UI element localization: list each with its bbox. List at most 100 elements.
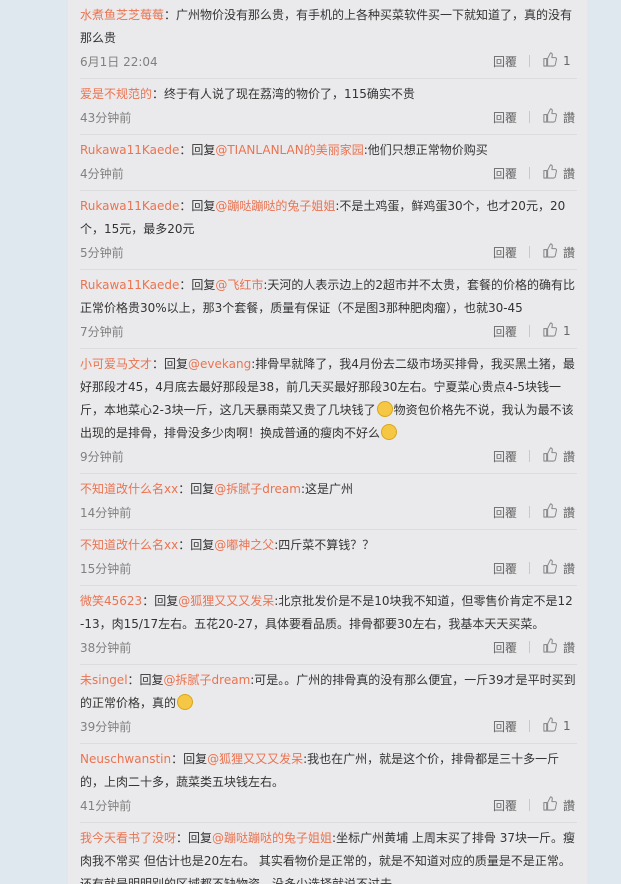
reply-button[interactable]: 回覆 — [493, 639, 517, 656]
comment-item: 不知道改什么名xx：回复@嘟神之父:四斤菜不算钱？？ 15分钟前 回覆 讚 — [80, 530, 577, 586]
comment-username-link[interactable]: Rukawa11Kaede — [80, 278, 179, 292]
reply-button[interactable]: 回覆 — [493, 53, 517, 70]
mention-link[interactable]: @拆腻子dream — [214, 482, 301, 496]
comment-meta: 7分钟前 回覆 1 — [80, 320, 577, 342]
comment-body-text: ：回复 — [178, 538, 215, 552]
comment-body-text: ：回复 — [152, 357, 189, 371]
reply-button[interactable]: 回覆 — [493, 323, 517, 340]
action-divider — [529, 720, 530, 732]
action-divider — [529, 111, 530, 123]
mention-link[interactable]: @蹦哒蹦哒的兔子姐姐 — [212, 831, 332, 845]
like-button[interactable]: 1 — [542, 52, 577, 70]
action-divider — [529, 799, 530, 811]
thumbs-up-icon — [542, 717, 557, 735]
comment-username-link[interactable]: Rukawa11Kaede — [80, 143, 179, 157]
comment-body-text: ：回复 — [179, 199, 216, 213]
reply-button[interactable]: 回覆 — [493, 797, 517, 814]
comment-username-link[interactable]: 水煮鱼芝芝莓莓 — [80, 8, 164, 22]
like-count: 1 — [563, 324, 571, 338]
comment-username-link[interactable]: 爱是不规范的 — [80, 87, 152, 101]
comment-actions: 回覆 讚 — [493, 108, 577, 126]
emoji-icon — [381, 424, 398, 440]
like-count: 讚 — [563, 110, 576, 125]
mention-link[interactable]: @拆腻子dream — [164, 673, 251, 687]
comment-meta: 9分钟前 回覆 讚 — [80, 445, 577, 467]
comment-body-text: ：回复 — [142, 594, 179, 608]
comment-username-link[interactable]: Rukawa11Kaede — [80, 199, 179, 213]
like-count: 讚 — [563, 449, 576, 464]
reply-button[interactable]: 回覆 — [493, 244, 517, 261]
comment-body-text: ：回复 — [178, 482, 215, 496]
comment-meta: 39分钟前 回覆 1 — [80, 715, 577, 737]
mention-link[interactable]: @TIANLANLAN的美丽家园 — [215, 143, 363, 157]
comment-body-text: ：回复 — [176, 831, 213, 845]
mention-link[interactable]: @evekang — [188, 357, 251, 371]
comment-item: Rukawa11Kaede：回复@飞红市:天河的人表示边上的2超市并不太贵，套餐… — [80, 270, 577, 349]
like-count: 讚 — [563, 505, 576, 520]
comment-actions: 回覆 讚 — [493, 796, 577, 814]
comment-timestamp: 39分钟前 — [80, 719, 132, 734]
thumbs-up-icon — [542, 243, 557, 261]
comment-actions: 回覆 讚 — [493, 243, 577, 261]
comment-meta: 43分钟前 回覆 讚 — [80, 106, 577, 128]
reply-button[interactable]: 回覆 — [493, 448, 517, 465]
thumbs-up-icon — [542, 503, 557, 521]
comment-actions: 回覆 讚 — [493, 503, 577, 521]
mention-link[interactable]: @狐狸又又又发呆 — [178, 594, 274, 608]
reply-button[interactable]: 回覆 — [493, 560, 517, 577]
comment-actions: 回覆 1 — [493, 717, 577, 735]
action-divider — [529, 506, 530, 518]
comment-meta: 15分钟前 回覆 讚 — [80, 557, 577, 579]
mention-link[interactable]: @飞红市 — [215, 278, 263, 292]
comment-timestamp: 38分钟前 — [80, 640, 132, 655]
comment-username-link[interactable]: 不知道改什么名xx — [80, 538, 178, 552]
like-button[interactable]: 1 — [542, 717, 577, 735]
comment-item: Rukawa11Kaede：回复@TIANLANLAN的美丽家园:他们只想正常物… — [80, 135, 577, 191]
like-button[interactable]: 讚 — [542, 164, 577, 182]
comment-actions: 回覆 讚 — [493, 447, 577, 465]
like-count: 讚 — [563, 798, 576, 813]
reply-button[interactable]: 回覆 — [493, 165, 517, 182]
mention-link[interactable]: @嘟神之父 — [214, 538, 274, 552]
like-button[interactable]: 讚 — [542, 796, 577, 814]
action-divider — [529, 246, 530, 258]
like-button[interactable]: 1 — [542, 322, 577, 340]
comment-body-text: :四斤菜不算钱？？ — [274, 538, 375, 552]
comment-timestamp: 6月1日 22:04 — [80, 54, 158, 69]
thumbs-up-icon — [542, 559, 557, 577]
comment-meta: 41分钟前 回覆 讚 — [80, 794, 577, 816]
like-button[interactable]: 讚 — [542, 447, 577, 465]
thumbs-up-icon — [542, 52, 557, 70]
action-divider — [529, 55, 530, 67]
reply-button[interactable]: 回覆 — [493, 504, 517, 521]
mention-link[interactable]: @狐狸又又又发呆 — [207, 752, 303, 766]
comment-username-link[interactable]: 未singel — [80, 673, 128, 687]
like-count: 讚 — [563, 640, 576, 655]
comment-list: 水煮鱼芝芝莓莓：广州物价没有那么贵，有手机的上各种买菜软件买一下就知道了，真的没… — [68, 0, 587, 884]
comment-username-link[interactable]: 微笑45623 — [80, 594, 142, 608]
reply-button[interactable]: 回覆 — [493, 109, 517, 126]
comment-text: 微笑45623：回复@狐狸又又又发呆:北京批发价是不是10块我不知道，但零售价肯… — [80, 590, 577, 636]
comment-item: 不知道改什么名xx：回复@拆腻子dream:这是广州 14分钟前 回覆 讚 — [80, 474, 577, 530]
comment-username-link[interactable]: 不知道改什么名xx — [80, 482, 178, 496]
reply-button[interactable]: 回覆 — [493, 718, 517, 735]
like-button[interactable]: 讚 — [542, 108, 577, 126]
comment-text: 水煮鱼芝芝莓莓：广州物价没有那么贵，有手机的上各种买菜软件买一下就知道了，真的没… — [80, 4, 577, 50]
emoji-icon — [376, 401, 393, 417]
comment-username-link[interactable]: 我今天看书了没呀 — [80, 831, 176, 845]
comment-timestamp: 41分钟前 — [80, 798, 132, 813]
comment-body-text: ：终于有人说了现在荔湾的物价了，115确实不贵 — [152, 87, 415, 101]
comment-text: 爱是不规范的：终于有人说了现在荔湾的物价了，115确实不贵 — [80, 83, 577, 106]
thumbs-up-icon — [542, 796, 557, 814]
like-button[interactable]: 讚 — [542, 243, 577, 261]
like-button[interactable]: 讚 — [542, 638, 577, 656]
comment-username-link[interactable]: Neuschwanstin — [80, 752, 171, 766]
like-button[interactable]: 讚 — [542, 503, 577, 521]
comment-username-link[interactable]: 小可爱马文才 — [80, 357, 152, 371]
mention-link[interactable]: @蹦哒蹦哒的兔子姐姐 — [215, 199, 335, 213]
thumbs-up-icon — [542, 447, 557, 465]
comment-actions: 回覆 讚 — [493, 638, 577, 656]
like-button[interactable]: 讚 — [542, 559, 577, 577]
comment-item: 未singel：回复@拆腻子dream:可是。。广州的排骨真的没有那么便宜，一斤… — [80, 665, 577, 744]
comment-text: Rukawa11Kaede：回复@TIANLANLAN的美丽家园:他们只想正常物… — [80, 139, 577, 162]
